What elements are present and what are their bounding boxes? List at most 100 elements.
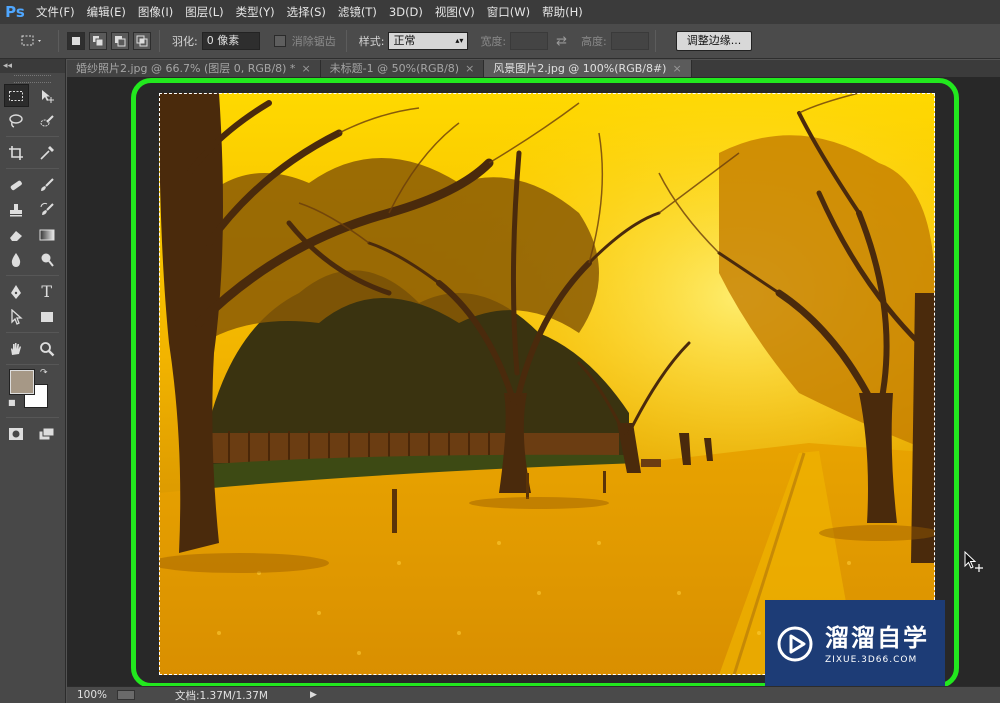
- lasso-icon: [9, 113, 23, 128]
- add-selection-button[interactable]: [89, 32, 107, 50]
- watermark-title: 溜溜自学: [825, 623, 929, 652]
- intersect-selection-button[interactable]: [133, 32, 151, 50]
- menu-window[interactable]: 窗口(W): [481, 0, 536, 24]
- menu-filter[interactable]: 滤镜(T): [332, 0, 383, 24]
- antialias-label: 消除锯齿: [291, 35, 336, 48]
- menu-select[interactable]: 选择(S): [281, 0, 332, 24]
- toolbox-separator: [6, 168, 59, 169]
- menu-3d[interactable]: 3D(D): [383, 0, 429, 24]
- gradient-icon: [39, 229, 55, 240]
- refine-edge-button[interactable]: 调整边缘...: [675, 31, 753, 51]
- hand-tool[interactable]: [4, 337, 29, 360]
- crop-icon: [9, 145, 24, 160]
- toolbox-separator: [6, 417, 59, 418]
- close-icon[interactable]: ×: [672, 62, 681, 75]
- pen-tool[interactable]: [4, 280, 29, 303]
- droplet-icon: [12, 252, 21, 267]
- gradient-tool[interactable]: [35, 223, 60, 246]
- default-colors-icon[interactable]: ■: [8, 398, 16, 407]
- magnifier-icon: [39, 341, 55, 356]
- move-cursor-icon: [964, 550, 983, 572]
- toolbox: ◂◂ T ↷ ■: [0, 59, 66, 703]
- healing-brush-tool[interactable]: [4, 173, 29, 196]
- subtract-selection-icon: [115, 36, 126, 47]
- canvas-area[interactable]: 溜溜自学 ZIXUE.3D66.COM: [67, 77, 1000, 688]
- intersect-selection-icon: [136, 35, 148, 47]
- eyedropper-tool[interactable]: [35, 141, 60, 164]
- play-logo-icon: [777, 626, 813, 662]
- move-icon: [41, 89, 54, 103]
- move-tool[interactable]: [35, 84, 59, 107]
- dodge-tool[interactable]: [35, 248, 60, 271]
- document-tab[interactable]: 婚纱照片2.jpg @ 66.7% (图层 0, RGB/8) * ×: [67, 60, 321, 77]
- tool-preset-picker[interactable]: [12, 29, 52, 53]
- brush-tool[interactable]: [35, 173, 60, 196]
- rect-marquee-icon: [9, 90, 24, 101]
- menu-view[interactable]: 视图(V): [429, 0, 481, 24]
- feather-input[interactable]: 0 像素: [201, 32, 260, 50]
- toolbox-separator: [6, 364, 59, 365]
- eraser-tool[interactable]: [4, 223, 29, 246]
- document-image[interactable]: [159, 93, 935, 675]
- width-input[interactable]: [510, 32, 549, 50]
- photoshop-logo: Ps: [5, 3, 25, 21]
- menu-file[interactable]: 文件(F): [30, 0, 81, 24]
- zoom-level[interactable]: 100%: [67, 689, 111, 701]
- crop-tool[interactable]: [4, 141, 29, 164]
- screen-mode-tool[interactable]: [35, 422, 60, 445]
- toolbox-collapse-button[interactable]: ◂◂: [0, 59, 65, 73]
- swap-colors-icon[interactable]: ↷: [40, 368, 48, 378]
- watermark: 溜溜自学 ZIXUE.3D66.COM: [765, 600, 945, 688]
- type-tool[interactable]: T: [35, 280, 60, 303]
- path-selection-tool[interactable]: [4, 305, 29, 328]
- bandage-icon: [10, 180, 23, 190]
- autumn-ginkgo-avenue-photo: [159, 93, 935, 675]
- zoom-tool[interactable]: [35, 337, 60, 360]
- screen-mode-icon: [38, 427, 55, 440]
- menu-image[interactable]: 图像(I): [132, 0, 179, 24]
- close-icon[interactable]: ×: [465, 62, 474, 75]
- menu-help[interactable]: 帮助(H): [536, 0, 589, 24]
- options-bar: 羽化: 0 像素 消除锯齿 样式: 正常 ▴▾ 宽度: ⇄ 高度: 调整边缘..…: [0, 24, 1000, 59]
- toolbox-separator: [6, 275, 59, 276]
- status-info-icon[interactable]: [117, 690, 135, 700]
- type-icon: T: [41, 282, 53, 301]
- new-selection-button[interactable]: [67, 32, 85, 50]
- rect-marquee-tool[interactable]: [4, 84, 29, 107]
- antialias-checkbox[interactable]: [273, 35, 286, 47]
- history-brush-tool[interactable]: [35, 198, 60, 221]
- mouse-cursor: [963, 550, 985, 576]
- eyedropper-icon: [40, 145, 54, 160]
- rectangle-shape-tool[interactable]: [35, 305, 60, 328]
- rectangle-shape-icon: [40, 311, 53, 322]
- toolbox-separator: [6, 136, 59, 137]
- close-icon[interactable]: ×: [301, 62, 310, 75]
- watermark-url: ZIXUE.3D66.COM: [825, 654, 918, 665]
- status-bar: 100% 文档:1.37M/1.37M ▶: [67, 686, 1000, 703]
- swap-dimensions-icon[interactable]: ⇄: [556, 34, 567, 49]
- color-swatches: ↷ ■: [0, 368, 65, 414]
- clone-stamp-tool[interactable]: [4, 198, 29, 221]
- blur-tool[interactable]: [4, 248, 29, 271]
- options-separator: [345, 30, 347, 52]
- menu-type[interactable]: 类型(Y): [230, 0, 281, 24]
- height-input[interactable]: [610, 32, 649, 50]
- quick-selection-tool[interactable]: [35, 109, 60, 132]
- quick-mask-tool[interactable]: [4, 422, 29, 445]
- foreground-color-swatch[interactable]: [9, 369, 35, 395]
- height-label: 高度:: [581, 35, 607, 48]
- document-tab-active[interactable]: 风景图片2.jpg @ 100%(RGB/8#) ×: [484, 60, 692, 77]
- status-menu-arrow-icon[interactable]: ▶: [310, 690, 317, 700]
- document-size[interactable]: 文档:1.37M/1.37M: [175, 688, 268, 703]
- subtract-selection-button[interactable]: [111, 32, 129, 50]
- menu-bar: Ps 文件(F) 编辑(E) 图像(I) 图层(L) 类型(Y) 选择(S) 滤…: [0, 0, 1000, 24]
- history-brush-icon: [40, 202, 54, 215]
- style-select[interactable]: 正常 ▴▾: [388, 32, 469, 50]
- lasso-tool[interactable]: [4, 109, 29, 132]
- document-tab-label: 未标题-1 @ 50%(RGB/8): [329, 62, 460, 75]
- document-tab[interactable]: 未标题-1 @ 50%(RGB/8) ×: [320, 60, 485, 77]
- menu-edit[interactable]: 编辑(E): [81, 0, 132, 24]
- toolbox-grip[interactable]: [14, 75, 51, 83]
- menu-layer[interactable]: 图层(L): [179, 0, 229, 24]
- document-tabs: 婚纱照片2.jpg @ 66.7% (图层 0, RGB/8) * × 未标题-1…: [67, 60, 1000, 77]
